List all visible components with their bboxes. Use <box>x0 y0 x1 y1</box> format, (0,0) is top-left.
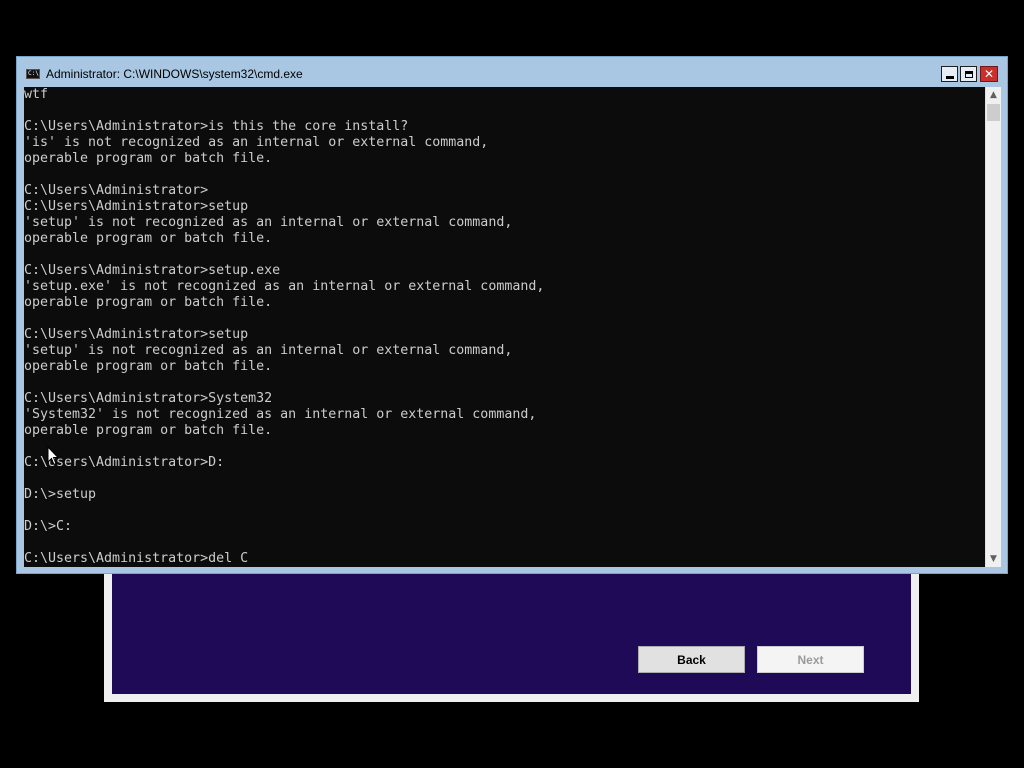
minimize-button[interactable] <box>941 66 958 82</box>
title-bar[interactable]: C:\ Administrator: C:\WINDOWS\system32\c… <box>17 57 1007 87</box>
maximize-button[interactable] <box>960 66 977 82</box>
scroll-thumb[interactable] <box>987 104 1000 121</box>
scroll-down-button[interactable]: ▼ <box>986 551 1001 567</box>
console-output[interactable]: wtf C:\Users\Administrator>is this the c… <box>24 87 985 567</box>
close-button[interactable]: ✕ <box>980 66 998 82</box>
next-button[interactable]: Next <box>757 646 864 673</box>
chevron-up-icon: ▲ <box>990 90 997 100</box>
chevron-down-icon: ▼ <box>990 554 997 564</box>
desktop-screen: Back Next C:\ Administrator: C:\WINDOWS\… <box>0 0 1024 768</box>
setup-dialog: Back Next <box>104 560 919 702</box>
scroll-up-button[interactable]: ▲ <box>986 87 1001 103</box>
close-icon: ✕ <box>983 67 995 81</box>
console-text: wtf C:\Users\Administrator>is this the c… <box>24 87 545 566</box>
minimize-icon <box>945 75 954 79</box>
mouse-pointer-icon <box>47 446 59 466</box>
command-prompt-window[interactable]: C:\ Administrator: C:\WINDOWS\system32\c… <box>16 56 1008 574</box>
back-button[interactable]: Back <box>638 646 745 673</box>
setup-dialog-body: Back Next <box>112 568 911 694</box>
cmd-icon[interactable]: C:\ <box>26 69 40 79</box>
maximize-icon <box>964 70 973 78</box>
vertical-scrollbar[interactable]: ▲ ▼ <box>985 87 1001 567</box>
window-title: Administrator: C:\WINDOWS\system32\cmd.e… <box>46 67 303 81</box>
